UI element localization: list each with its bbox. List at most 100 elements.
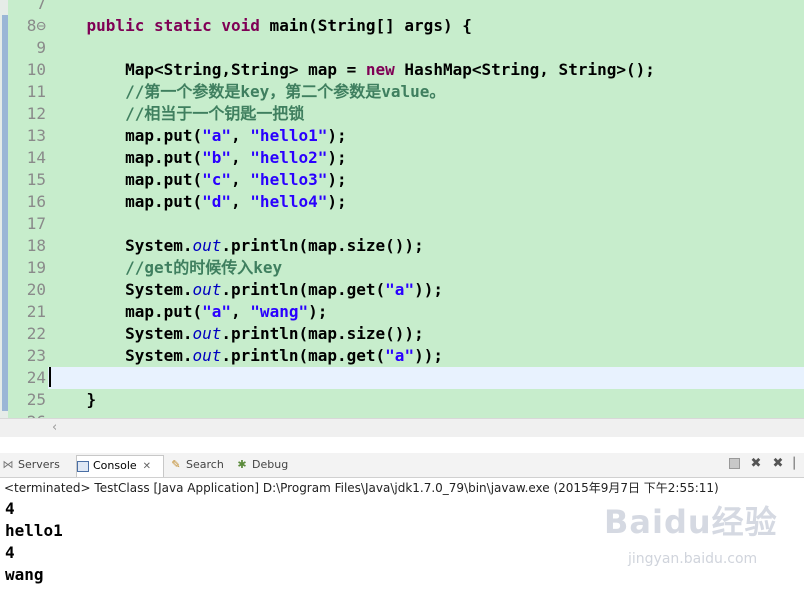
code-token: System. [48,236,193,255]
current-code-line[interactable] [48,367,804,389]
remove-all-terminated-icon[interactable]: ✖ [770,456,786,472]
tab-debug[interactable]: ✱ Debug [236,455,294,475]
editor-panel-separator [0,437,804,453]
code-line[interactable]: map.put("a", "wang"); [48,301,804,323]
code-line[interactable]: map.put("a", "hello1"); [48,125,804,147]
code-editor[interactable]: 7 8⊖ 9 10 11 12 13 14 15 16 17 18 19 20 21 22 23 24 25 26 p… [0,0,804,418]
pin-icon[interactable]: ▏ [790,456,804,472]
code-line[interactable]: Map<String,String> map = new HashMap<Str… [48,59,804,81]
code-token: "a" [385,280,415,299]
code-line[interactable] [48,0,804,15]
console-line: 4 [5,499,15,518]
code-token: map.put( [48,126,203,145]
line-number: 16 [26,192,46,211]
code-line[interactable]: } [48,389,804,411]
code-token: "hello3" [250,170,328,189]
line-number: 8⊖ [26,16,46,35]
tab-label: Debug [252,458,289,471]
code-token: ); [327,148,347,167]
line-number: 25 [26,390,46,409]
code-token: System. [48,280,193,299]
code-token: out [192,236,222,255]
debug-icon: ✱ [237,458,247,471]
scrollbar-corner [0,418,48,437]
tab-servers[interactable]: ⋈ Servers [2,455,72,475]
console-line: hello1 [5,521,63,540]
code-token: "a" [385,346,415,365]
line-number: 9 [36,38,46,57]
search-icon: ✎ [171,458,181,471]
code-line[interactable]: System.out.println(map.get("a")); [48,279,804,301]
code-token: ); [327,192,347,211]
close-icon[interactable]: ✕ [143,461,151,472]
line-number-gutter: 7 8⊖ 9 10 11 12 13 14 15 16 17 18 19 20 21 22 23 24 25 26 [8,0,48,418]
code-token: map.put( [48,192,203,211]
code-token: new [365,60,395,79]
code-token: , [231,126,251,145]
code-line[interactable]: System.out.println(map.size()); [48,323,804,345]
code-line[interactable]: //第一个参数是key，第二个参数是value。 [48,81,804,103]
code-token: , [231,302,251,321]
code-token: "b" [202,148,232,167]
code-line[interactable]: //相当于一个钥匙一把锁 [48,103,804,125]
code-token: )); [414,280,443,299]
terminate-icon[interactable] [726,456,742,472]
servers-icon: ⋈ [2,458,14,471]
code-token: //相当于一个钥匙一把锁 [48,104,305,123]
line-number: 18 [26,236,46,255]
code-line[interactable]: //get的时候传入key [48,257,804,279]
code-line[interactable]: map.put("b", "hello2"); [48,147,804,169]
code-token: main(String[] args) { [259,16,472,35]
code-token: "c" [202,170,232,189]
line-number: 21 [26,302,46,321]
code-token: ); [327,126,347,145]
code-token: .println(map.size()); [221,324,424,343]
tab-console[interactable]: Console ✕ [76,455,164,477]
code-line[interactable]: System.out.println(map.size()); [48,235,804,257]
horizontal-scrollbar[interactable]: ‹ [48,418,804,437]
code-line[interactable]: map.put("d", "hello4"); [48,191,804,213]
line-number: 23 [26,346,46,365]
line-number: 17 [26,214,46,233]
code-token: out [192,280,222,299]
code-line[interactable]: map.put("c", "hello3"); [48,169,804,191]
line-number: 13 [26,126,46,145]
console-output[interactable]: 4 hello1 4 wang [0,498,804,589]
line-number: 11 [26,82,46,101]
chevron-left-icon[interactable]: ‹ [52,420,57,435]
code-token: public static void [86,16,260,35]
code-token: .println(map.size()); [221,236,424,255]
code-token: , [231,170,251,189]
code-token: map.put( [48,148,203,167]
tab-label: Servers [18,458,60,471]
line-number: 22 [26,324,46,343]
line-number: 19 [26,258,46,277]
code-line[interactable] [48,213,804,235]
tab-label: Console [93,459,137,472]
code-line[interactable] [48,37,804,59]
tab-search[interactable]: ✎ Search [170,455,232,475]
line-number: 14 [26,148,46,167]
code-token: HashMap<String, String>(); [394,60,655,79]
overview-ruler[interactable] [0,0,8,418]
code-token: "a" [202,126,232,145]
console-status: <terminated> TestClass [Java Application… [4,481,719,495]
code-token: System. [48,324,193,343]
remove-launch-icon[interactable]: ✖ [748,456,764,472]
code-line[interactable]: System.out.println(map.get("a")); [48,345,804,367]
code-token: ); [327,170,347,189]
code-token: //第一个参数是key，第二个参数是value。 [48,82,446,101]
code-token: System. [48,346,193,365]
line-number: 12 [26,104,46,123]
line-number: 24 [26,368,46,387]
text-caret [49,367,51,387]
code-token: Map<String,String> map = [48,60,366,79]
code-line[interactable] [48,411,804,418]
code-token: , [231,192,251,211]
code-token: "hello4" [250,192,328,211]
code-token: "hello1" [250,126,328,145]
code-line[interactable]: public static void main(String[] args) { [48,15,804,37]
code-token: map.put( [48,302,203,321]
code-token: "hello2" [250,148,328,167]
console-line: 4 [5,543,15,562]
